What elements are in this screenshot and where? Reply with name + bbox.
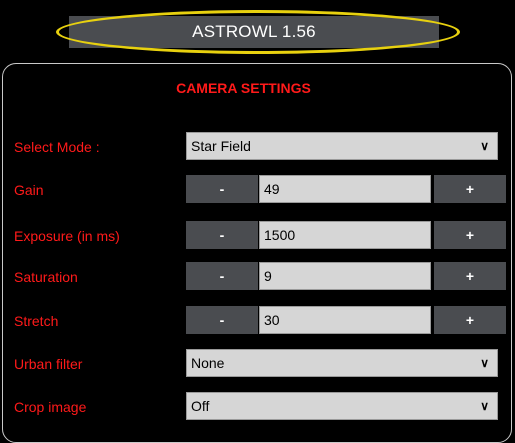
select-mode-row: Select Mode : Star Field ∨: [0, 132, 515, 162]
exposure-label: Exposure (in ms): [14, 228, 120, 244]
app-header: ASTROWL 1.56: [0, 0, 515, 62]
urban-filter-dropdown[interactable]: None ∨: [186, 349, 498, 377]
crop-image-value: Off: [191, 398, 210, 414]
stretch-label: Stretch: [14, 313, 59, 329]
exposure-decrease-button[interactable]: -: [186, 221, 258, 249]
stretch-input[interactable]: 30: [259, 306, 431, 334]
chevron-down-icon: ∨: [480, 139, 489, 153]
urban-filter-label: Urban filter: [14, 356, 83, 372]
app-title: ASTROWL 1.56: [192, 22, 316, 41]
chevron-down-icon: ∨: [480, 356, 489, 370]
crop-image-label: Crop image: [14, 399, 87, 415]
crop-image-row: Crop image Off ∨: [0, 392, 515, 422]
gain-increase-button[interactable]: +: [434, 175, 506, 203]
saturation-input[interactable]: 9: [259, 262, 431, 290]
stretch-increase-button[interactable]: +: [434, 306, 506, 334]
urban-filter-row: Urban filter None ∨: [0, 349, 515, 379]
select-mode-dropdown[interactable]: Star Field ∨: [186, 132, 498, 160]
section-title: CAMERA SETTINGS: [176, 80, 311, 96]
exposure-input[interactable]: 1500: [259, 221, 431, 249]
camera-settings-panel: [2, 63, 512, 443]
select-mode-value: Star Field: [191, 138, 251, 154]
saturation-label: Saturation: [14, 269, 78, 285]
stretch-decrease-button[interactable]: -: [186, 306, 258, 334]
gain-row: Gain - 49 +: [0, 175, 515, 205]
chevron-down-icon: ∨: [480, 399, 489, 413]
saturation-increase-button[interactable]: +: [434, 262, 506, 290]
urban-filter-value: None: [191, 355, 225, 371]
saturation-row: Saturation - 9 +: [0, 262, 515, 292]
saturation-decrease-button[interactable]: -: [186, 262, 258, 290]
exposure-row: Exposure (in ms) - 1500 +: [0, 221, 515, 251]
exposure-increase-button[interactable]: +: [434, 221, 506, 249]
crop-image-dropdown[interactable]: Off ∨: [186, 392, 498, 420]
gain-decrease-button[interactable]: -: [186, 175, 258, 203]
gain-label: Gain: [14, 182, 44, 198]
stretch-row: Stretch - 30 +: [0, 306, 515, 336]
gain-input[interactable]: 49: [259, 175, 431, 203]
select-mode-label: Select Mode :: [14, 139, 100, 155]
